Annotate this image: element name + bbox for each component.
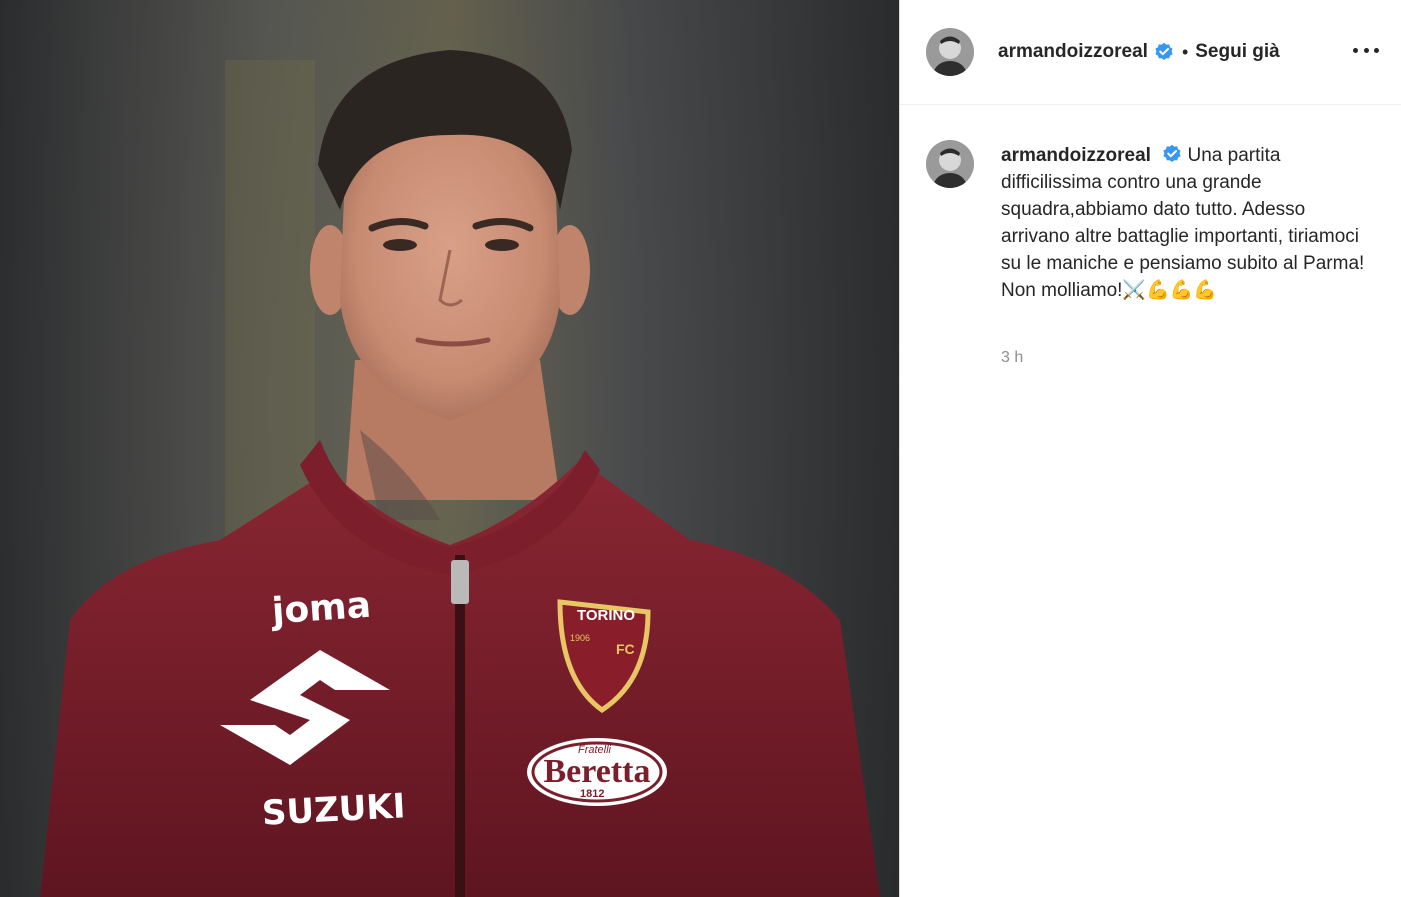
verified-badge-icon [1162,144,1182,164]
beretta-text: Beretta [543,753,651,790]
avatar-image [926,28,974,76]
post-sidebar: armandoizzoreal • Segui già armandoizzor… [899,0,1401,897]
beretta-year-text: 1812 [580,788,605,800]
header-username[interactable]: armandoizzoreal [998,41,1148,63]
player-photo [0,0,899,897]
post-timestamp[interactable]: 3 h [1001,349,1023,367]
crest-club-text: TORINO [576,607,636,624]
more-horizontal-icon[interactable] [1353,40,1379,60]
crest-fc-text: FC [616,641,635,657]
avatar-image [926,140,974,188]
jacket-brand-text: joma [270,584,373,633]
verified-badge-icon [1154,42,1174,62]
jacket-sponsor-text: SUZUKI [261,786,407,834]
more-dot [1353,47,1358,53]
post-header: armandoizzoreal • Segui già [900,0,1401,105]
separator-dot: • [1181,41,1189,62]
caption-text-block: armandoizzoreal Una partita difficilissi… [1001,142,1373,304]
avatar[interactable] [926,28,974,76]
caption-username[interactable]: armandoizzoreal [1001,145,1151,166]
post-image[interactable]: joma SUZUKI TORINO 1906 FC Fratelli Bere… [0,0,899,897]
crest-year-text: 1906 [570,633,591,643]
caption-text: Una partita difficilissima contro una gr… [1001,145,1365,301]
more-dot [1374,47,1379,53]
caption-avatar[interactable] [926,140,974,188]
following-button[interactable]: Segui già [1195,41,1279,63]
more-dot [1363,47,1369,53]
